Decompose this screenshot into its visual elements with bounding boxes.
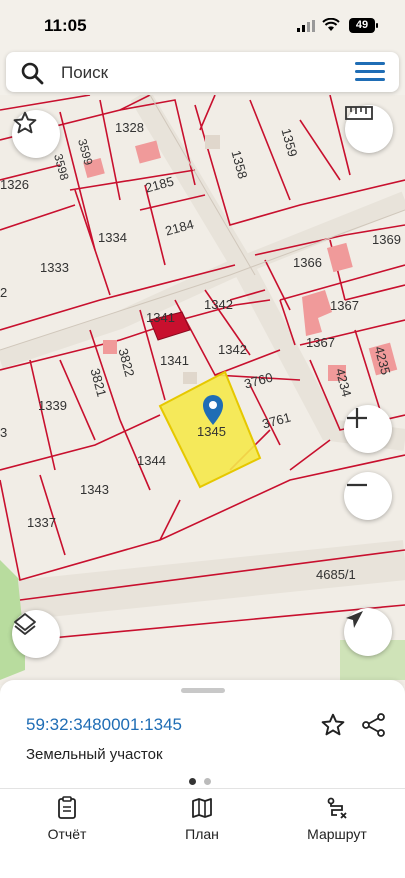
zoom-in-button[interactable]	[344, 405, 392, 453]
star-icon[interactable]	[320, 712, 346, 738]
tab-label: План	[185, 826, 219, 842]
parcel-label: 1366	[293, 255, 322, 270]
map-plan-icon	[192, 798, 212, 818]
my-location-button[interactable]	[344, 608, 392, 656]
parcel-label: 1344	[137, 453, 166, 468]
search-placeholder: Поиск	[61, 63, 109, 82]
parcel-label: 1343	[80, 482, 109, 497]
sheet-drag-handle[interactable]	[181, 688, 225, 693]
parcel-label: 4685/1	[316, 567, 356, 582]
parcel-label: 1345	[197, 424, 226, 439]
parcel-label: 3	[0, 425, 8, 440]
parcel-label: 1341	[160, 353, 189, 368]
parcel-label: 1341	[146, 310, 175, 325]
parcel-label: 1367	[330, 298, 359, 313]
favorite-button[interactable]	[12, 110, 60, 158]
parcel-label: 2	[0, 285, 8, 300]
status-bar: 11:05 49	[0, 0, 405, 48]
route-icon	[327, 797, 347, 819]
cadastral-map[interactable]: 1328 3599 3598 1326 2185 1358 1359 1334 …	[0, 95, 405, 685]
divider	[0, 788, 405, 789]
parcel-label: 1369	[372, 232, 401, 247]
parcel-label: 1337	[27, 515, 56, 530]
ruler-button[interactable]	[345, 105, 393, 153]
parcel-label: 1342	[204, 297, 233, 312]
parcel-label: 1333	[40, 260, 69, 275]
parcel-label: 1342	[218, 342, 247, 357]
status-time: 11:05	[44, 16, 87, 35]
tab-plan[interactable]: План	[147, 796, 257, 842]
parcel-label: 1367	[306, 335, 335, 350]
parcel-label: 1326	[0, 177, 29, 192]
zoom-out-button[interactable]	[344, 472, 392, 520]
star-icon	[13, 111, 37, 134]
tab-route[interactable]: Маршрут	[282, 796, 392, 842]
parcel-label: 1328	[115, 120, 144, 135]
share-icon[interactable]	[361, 712, 387, 738]
tab-label: Отчёт	[47, 826, 87, 842]
battery-tip	[376, 23, 378, 28]
report-icon	[58, 796, 76, 819]
parcel-label: 1339	[38, 398, 67, 413]
wifi-icon	[322, 18, 340, 31]
hamburger-menu-icon[interactable]	[355, 62, 385, 82]
building-shape	[205, 135, 220, 149]
cadastral-number[interactable]: 59:32:3480001:1345	[26, 715, 182, 735]
tab-report[interactable]: Отчёт	[12, 796, 122, 842]
parcel-label: 1334	[98, 230, 127, 245]
layers-icon	[14, 613, 36, 635]
parcel-info-sheet[interactable]: 59:32:3480001:1345 Земельный участок Отч…	[0, 680, 405, 878]
search-bar[interactable]: Поиск	[6, 52, 399, 92]
layers-button[interactable]	[12, 610, 60, 658]
navigation-arrow-icon	[346, 611, 363, 628]
plus-icon	[347, 408, 367, 428]
cellular-signal-icon	[297, 20, 315, 32]
parcel-type: Земельный участок	[26, 746, 163, 763]
minus-icon	[347, 483, 367, 487]
search-icon	[21, 62, 44, 85]
tab-label: Маршрут	[307, 826, 367, 842]
building-shape	[183, 372, 197, 384]
battery-indicator: 49	[349, 18, 375, 33]
ruler-icon	[345, 106, 373, 120]
